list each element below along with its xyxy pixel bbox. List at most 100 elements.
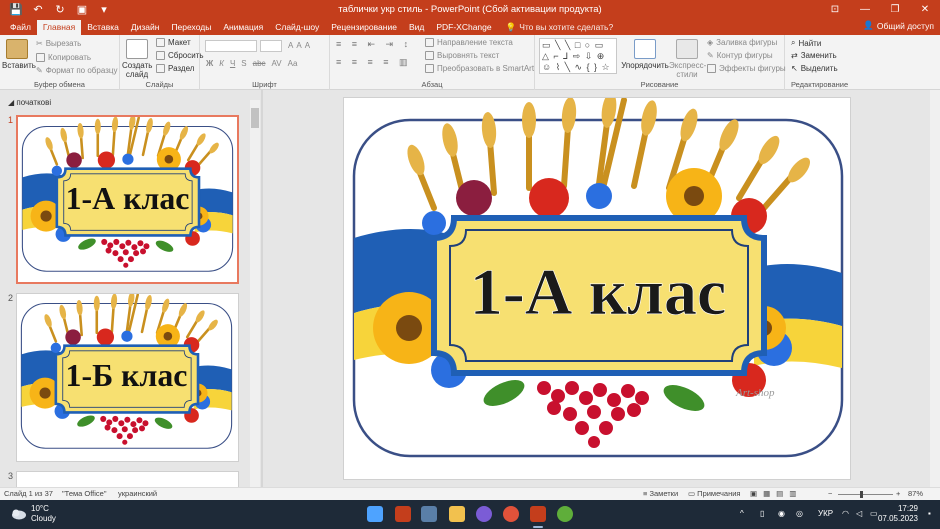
restore-button[interactable]: ❐: [880, 0, 910, 19]
tab-home[interactable]: Главная: [36, 20, 82, 35]
tab-file[interactable]: Файл: [4, 20, 37, 35]
italic-button[interactable]: К: [219, 59, 224, 68]
zoom-slider[interactable]: [838, 494, 893, 495]
close-button[interactable]: ✕: [910, 0, 940, 19]
zoom-level[interactable]: 87%: [908, 489, 923, 498]
find-button[interactable]: ⌕ Найти: [791, 38, 821, 48]
pdf-app-icon[interactable]: [395, 506, 411, 522]
title-bar: 💾 ↶ ↻ ▣ ▾ таблички укр стиль - PowerPoin…: [0, 0, 940, 19]
calculator-icon[interactable]: [421, 506, 437, 522]
slide-thumbnail-2[interactable]: 1-Б клас: [16, 293, 239, 462]
tab-review[interactable]: Рецензирование: [325, 20, 403, 35]
share-button[interactable]: 👤 Общий доступ: [863, 20, 934, 31]
ribbon-display-options-icon[interactable]: ⊡: [820, 0, 850, 19]
thumbnails-scroll-thumb[interactable]: [251, 108, 259, 128]
sync-icon[interactable]: ◉: [778, 509, 785, 518]
notes-button[interactable]: ≡ Заметки: [643, 489, 678, 498]
viber-tray-icon[interactable]: ◎: [796, 509, 803, 518]
language-indicator[interactable]: украинский: [118, 489, 157, 498]
zoom-slider-thumb[interactable]: [860, 491, 863, 498]
case-button[interactable]: Aa: [288, 59, 298, 68]
present-from-start-icon[interactable]: ▣: [72, 1, 92, 18]
system-clock[interactable]: 17:29 07.05.2023: [878, 504, 918, 524]
align-buttons[interactable]: ≡ ≡ ≡ ≡ ▥: [336, 57, 412, 68]
list-buttons[interactable]: ≡ ≡ ⇤ ⇥ ↕: [336, 39, 412, 50]
zoom-out-button[interactable]: −: [828, 489, 832, 498]
font-name-box[interactable]: [205, 40, 257, 52]
save-icon[interactable]: 💾: [6, 1, 26, 18]
brush-icon: ✎: [36, 66, 43, 75]
comments-button[interactable]: ▭ Примечания: [688, 489, 740, 498]
new-slide-button[interactable]: Создать слайд: [122, 39, 152, 79]
windows-taskbar: 10°C Cloudy ^ ▯ ◉ ◎ УКР ◠ ◁ ▭ 17:29 07.0…: [0, 500, 940, 529]
select-button[interactable]: ↖ Выделить: [791, 64, 838, 73]
notifications-icon[interactable]: ▪: [928, 509, 931, 518]
arrange-button[interactable]: Упорядочить: [621, 39, 669, 70]
editor-scrollbar[interactable]: [930, 90, 940, 487]
section-button[interactable]: Раздел: [156, 64, 194, 73]
redo-icon[interactable]: ↻: [50, 1, 70, 18]
powerpoint-taskbar-icon[interactable]: [530, 506, 546, 522]
battery-icon[interactable]: ▭: [870, 509, 878, 518]
shadow-button[interactable]: S: [241, 59, 246, 68]
reset-button[interactable]: Сбросить: [156, 51, 204, 60]
tab-slideshow[interactable]: Слайд-шоу: [269, 20, 325, 35]
cut-button[interactable]: ✂ Вырезать: [36, 39, 81, 48]
input-language[interactable]: УКР: [818, 509, 833, 518]
tab-animations[interactable]: Анимация: [217, 20, 269, 35]
weather-widget[interactable]: 10°C Cloudy: [10, 504, 56, 524]
format-painter-button[interactable]: ✎ Формат по образцу: [36, 66, 117, 75]
shrink-font-button[interactable]: A: [296, 41, 301, 50]
minimize-button[interactable]: —: [850, 0, 880, 19]
undo-icon[interactable]: ↶: [28, 1, 48, 18]
text-direction-button[interactable]: Направление текста: [425, 38, 513, 47]
zoom-in-button[interactable]: +: [896, 489, 900, 498]
usb-icon[interactable]: ▯: [760, 509, 764, 518]
start-icon[interactable]: [367, 506, 383, 522]
quick-styles-icon: [676, 39, 698, 59]
section-header[interactable]: ◢ початкові: [8, 98, 51, 107]
tell-me-box[interactable]: 💡 Что вы хотите сделать?: [498, 20, 614, 35]
spacing-button[interactable]: AV: [272, 59, 282, 68]
customize-qat-icon[interactable]: ▾: [94, 1, 114, 18]
tray-overflow-icon[interactable]: ^: [740, 509, 744, 518]
shape-outline-button[interactable]: ✎ Контур фигуры: [707, 51, 773, 60]
chrome-alt-icon[interactable]: [557, 506, 573, 522]
main-slide-canvas[interactable]: 1-А клас Art-shop: [343, 97, 851, 480]
tab-view[interactable]: Вид: [403, 20, 430, 35]
viber-icon[interactable]: [476, 506, 492, 522]
shape-fill-button[interactable]: ◈ Заливка фигуры: [707, 38, 777, 47]
underline-button[interactable]: Ч: [230, 59, 235, 68]
file-explorer-icon[interactable]: [449, 506, 465, 522]
shape-effects-button[interactable]: Эффекты фигуры: [707, 64, 786, 73]
clear-format-button[interactable]: A: [305, 41, 310, 50]
paste-button[interactable]: Вставить: [2, 39, 36, 70]
drawing-group: ▭ ╲ ╲ □ ○ ▭ △ ⌐ ⅃ ⇨ ⇩ ⊕ ☺ ⌇ ╲ ∿ { } ☆ ▾ …: [535, 35, 786, 90]
bold-button[interactable]: Ж: [206, 59, 213, 68]
new-slide-label: Создать слайд: [122, 61, 153, 79]
align-text-button[interactable]: Выровнять текст: [425, 51, 499, 60]
shapes-gallery[interactable]: ▭ ╲ ╲ □ ○ ▭ △ ⌐ ⅃ ⇨ ⇩ ⊕ ☺ ⌇ ╲ ∿ { } ☆ ▾: [539, 38, 617, 74]
volume-icon[interactable]: ◁: [856, 509, 862, 518]
replace-button[interactable]: ⇄ Заменить: [791, 51, 837, 60]
tab-insert[interactable]: Вставка: [81, 20, 125, 35]
paint-bucket-icon: ◈: [707, 38, 714, 47]
tab-design[interactable]: Дизайн: [125, 20, 166, 35]
thumbnails-scrollbar[interactable]: [250, 100, 260, 487]
search-icon: ⌕: [791, 38, 796, 47]
quick-styles-button[interactable]: Экспресс-стили: [669, 39, 706, 79]
tab-pdf-xchange[interactable]: PDF-XChange: [430, 20, 497, 35]
wifi-icon[interactable]: ◠: [842, 509, 849, 518]
tab-transitions[interactable]: Переходы: [165, 20, 217, 35]
shape-fill-label: Заливка фигуры: [716, 38, 778, 47]
layout-button[interactable]: Макет: [156, 38, 191, 47]
strike-button[interactable]: abc: [253, 59, 266, 68]
editing-group: ⌕ Найти ⇄ Заменить ↖ Выделить Редактировани…: [785, 35, 940, 90]
chrome-icon[interactable]: [503, 506, 519, 522]
view-buttons[interactable]: ▣▦▤▥: [750, 489, 802, 498]
grow-font-button[interactable]: A: [288, 41, 293, 50]
copy-button[interactable]: Копировать: [36, 53, 91, 62]
convert-smartart-button[interactable]: Преобразовать в SmartArt: [425, 64, 534, 73]
slide-thumbnail-1[interactable]: 1-А клас: [16, 115, 239, 284]
font-size-box[interactable]: [260, 40, 282, 52]
